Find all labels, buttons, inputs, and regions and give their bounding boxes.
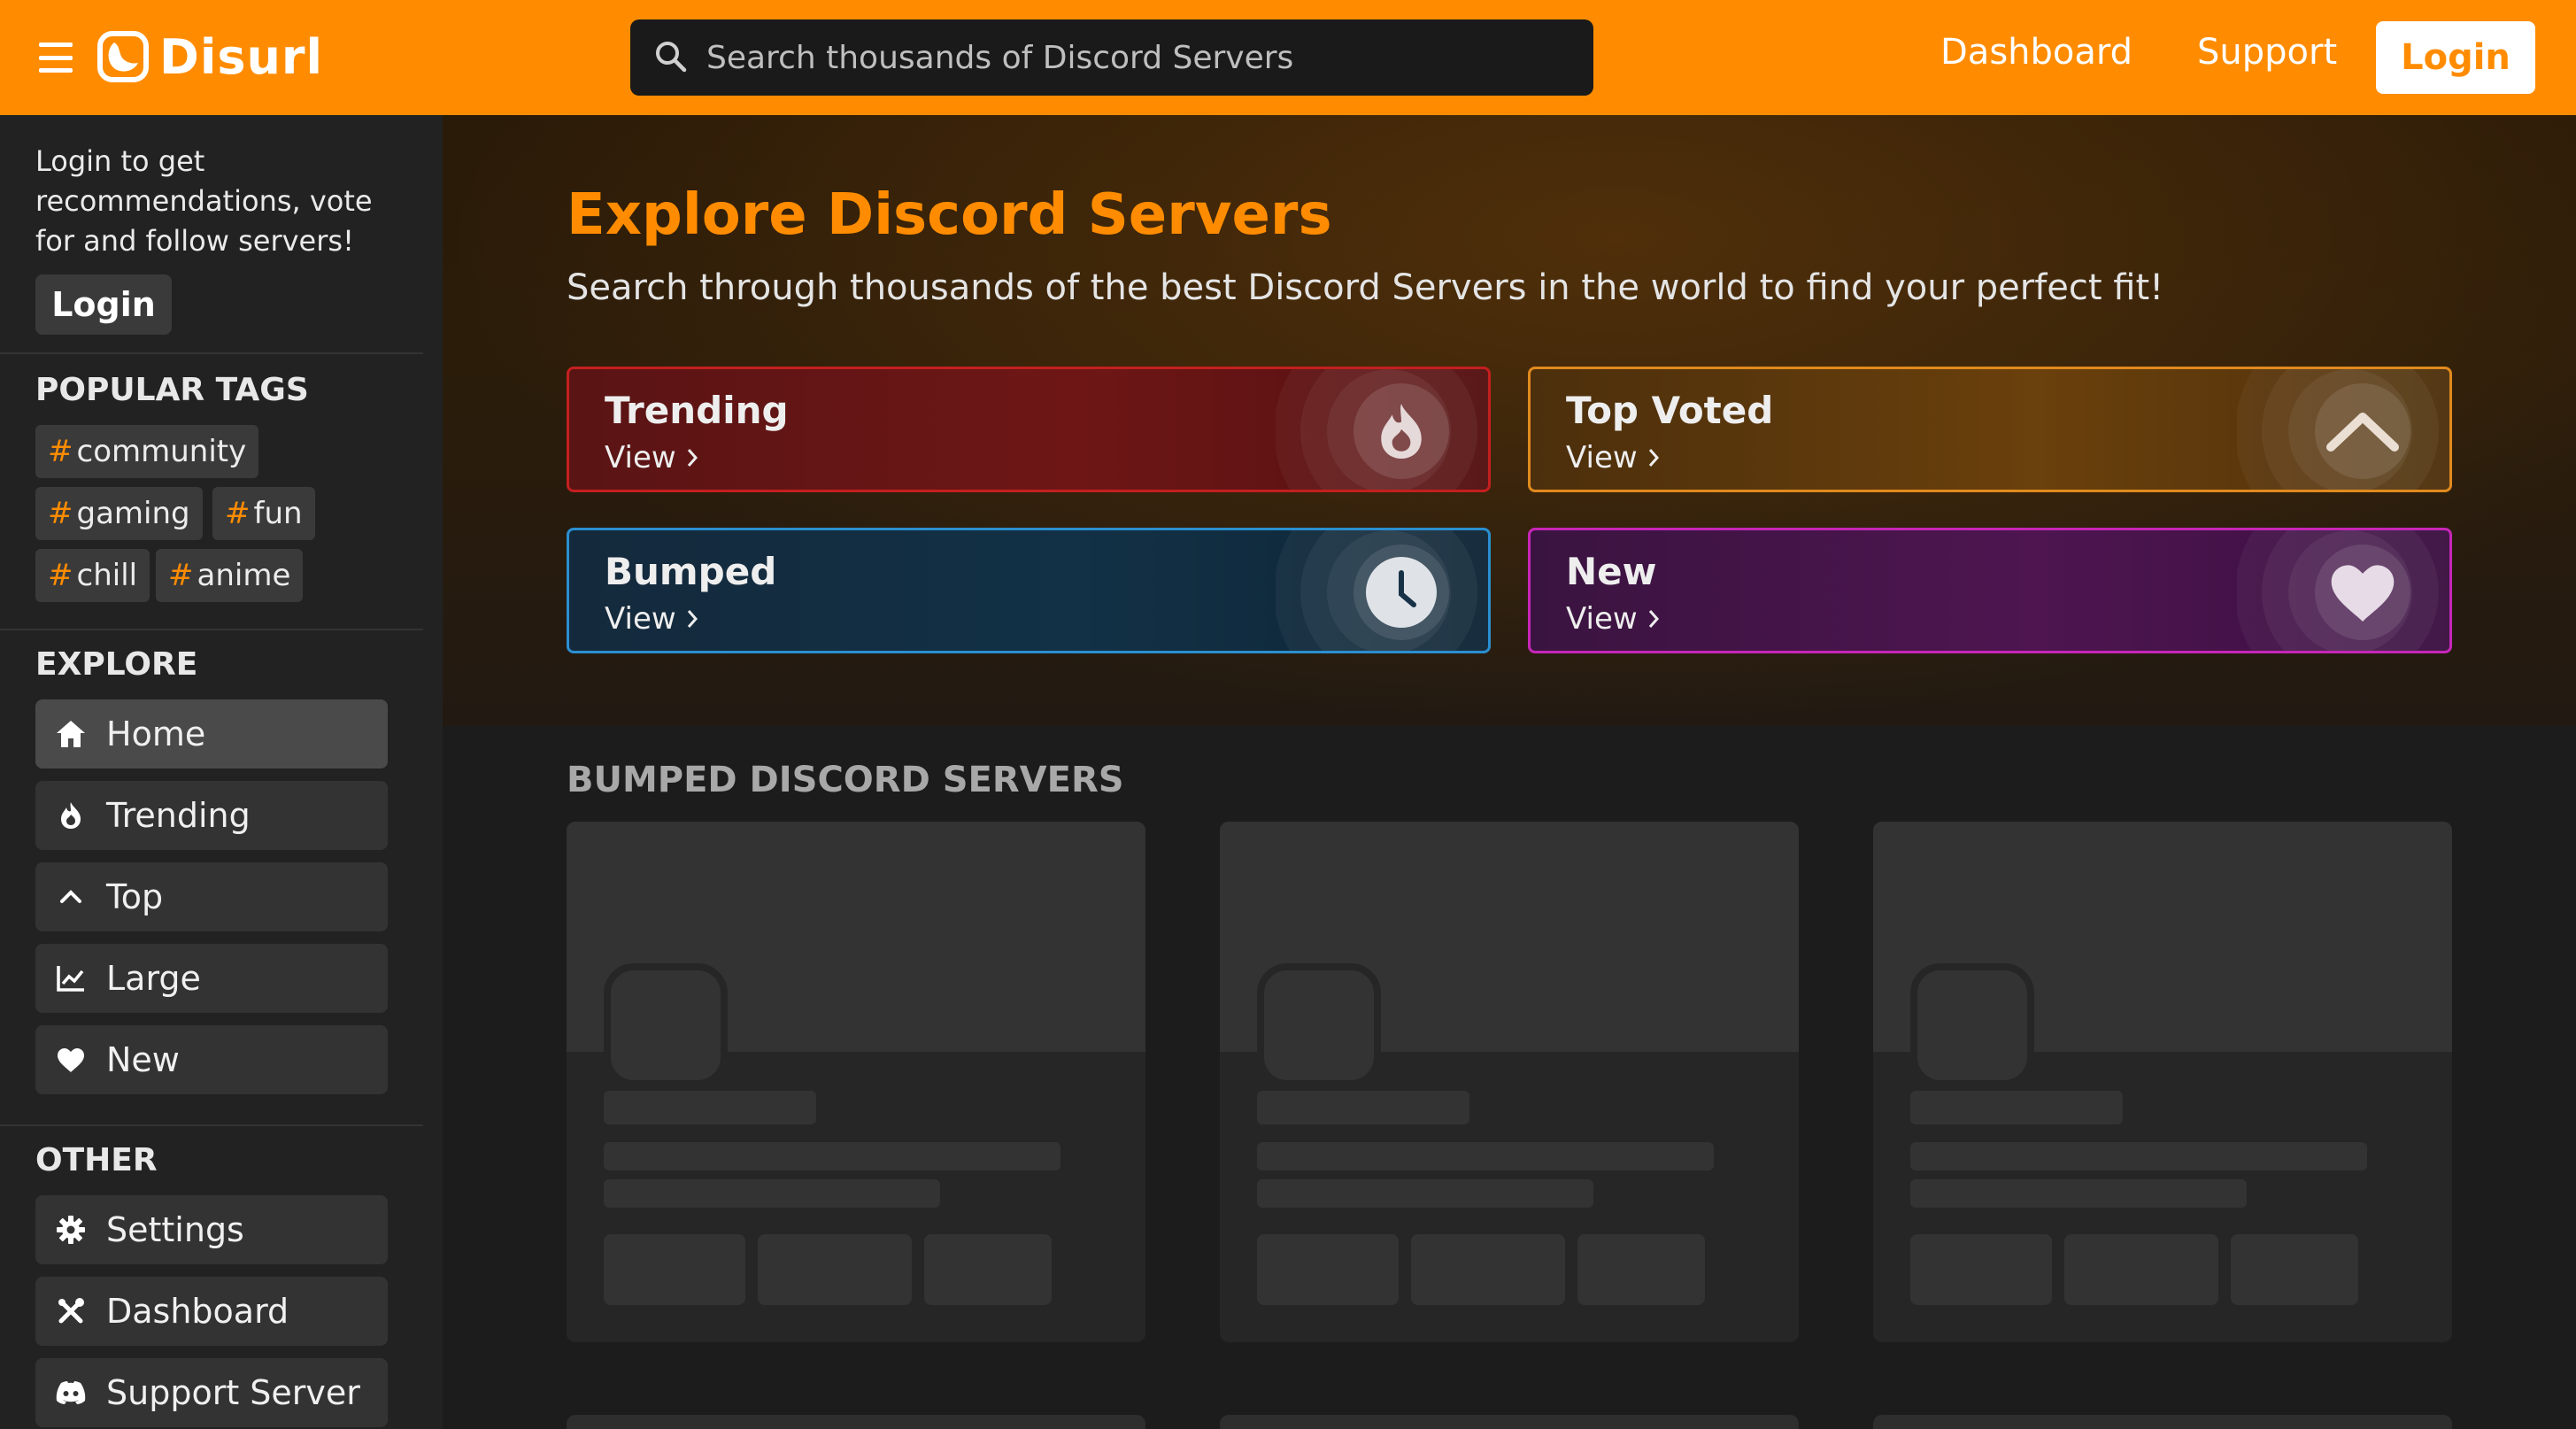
tag-placeholder xyxy=(1411,1234,1565,1305)
category-trending-card[interactable]: Trending View xyxy=(567,367,1491,492)
tools-icon xyxy=(53,1294,89,1329)
avatar-placeholder xyxy=(604,963,728,1087)
title-placeholder xyxy=(1910,1091,2123,1124)
menu-icon[interactable] xyxy=(39,42,73,73)
top-bar: Disurl Dashboard Support Login xyxy=(0,0,2576,115)
view-link[interactable]: View xyxy=(1566,601,1661,637)
avatar-placeholder xyxy=(1910,963,2034,1087)
category-new-card[interactable]: New View xyxy=(1528,528,2452,653)
tag-community[interactable]: # community xyxy=(35,425,259,478)
text-placeholder xyxy=(604,1142,1060,1170)
gear-icon xyxy=(53,1212,89,1247)
server-card-skeleton xyxy=(567,1415,1145,1429)
tag-placeholder xyxy=(1910,1234,2052,1305)
text-placeholder xyxy=(1910,1179,2247,1208)
brand-logo[interactable]: Disurl xyxy=(97,28,323,85)
view-link[interactable]: View xyxy=(605,601,699,637)
text-placeholder xyxy=(1257,1142,1714,1170)
login-button[interactable]: Login xyxy=(2376,21,2535,94)
sidebar-item-large[interactable]: Large xyxy=(35,944,388,1013)
line-chart-icon xyxy=(53,961,89,996)
chevron-right-icon xyxy=(687,449,698,467)
tag-placeholder xyxy=(1257,1234,1399,1305)
tag-placeholder xyxy=(924,1234,1052,1305)
category-top-voted-card[interactable]: Top Voted View xyxy=(1528,367,2452,492)
sidebar-divider xyxy=(0,629,423,630)
sidebar-item-top[interactable]: Top xyxy=(35,862,388,931)
sidebar-item-dashboard[interactable]: Dashboard xyxy=(35,1277,388,1346)
tag-anime[interactable]: # anime xyxy=(156,549,304,602)
tag-fun[interactable]: # fun xyxy=(212,487,315,540)
sidebar-divider xyxy=(0,352,423,354)
disurl-logo-icon xyxy=(97,31,149,82)
sidebar-item-trending[interactable]: Trending xyxy=(35,781,388,850)
text-placeholder xyxy=(604,1179,940,1208)
category-name: Bumped xyxy=(605,550,777,593)
category-name: Top Voted xyxy=(1566,389,1774,432)
sidebar-divider xyxy=(0,1124,423,1126)
popular-tags-heading: POPULAR TAGS xyxy=(35,372,309,408)
search-input[interactable] xyxy=(706,19,1574,96)
category-bumped-card[interactable]: Bumped View xyxy=(567,528,1491,653)
tag-placeholder xyxy=(2231,1234,2358,1305)
flame-icon xyxy=(53,798,89,833)
tag-placeholder xyxy=(2064,1234,2218,1305)
search-icon xyxy=(656,42,687,73)
tag-gaming[interactable]: # gaming xyxy=(35,487,203,540)
nav-dashboard-link[interactable]: Dashboard xyxy=(1940,32,2133,73)
discord-icon xyxy=(53,1375,89,1410)
server-card-skeleton xyxy=(1220,1415,1799,1429)
server-card-skeleton[interactable] xyxy=(1873,822,2452,1342)
heart-icon xyxy=(53,1042,89,1078)
sidebar-item-settings[interactable]: Settings xyxy=(35,1195,388,1264)
server-card-skeleton[interactable] xyxy=(567,822,1145,1342)
other-heading: OTHER xyxy=(35,1142,158,1178)
flame-icon xyxy=(1354,383,1449,479)
clock-icon xyxy=(1354,545,1449,640)
tag-placeholder xyxy=(758,1234,912,1305)
tag-chill[interactable]: # chill xyxy=(35,549,150,602)
server-card-skeleton xyxy=(1873,1415,2452,1429)
login-prompt: Login to get recommendations, vote for a… xyxy=(35,144,373,258)
server-card-skeleton[interactable] xyxy=(1220,822,1799,1342)
category-name: Trending xyxy=(605,389,789,432)
avatar-placeholder xyxy=(1257,963,1381,1087)
chevron-up-icon xyxy=(53,879,89,915)
chevron-right-icon xyxy=(1648,610,1659,628)
brand-name: Disurl xyxy=(159,28,324,85)
view-link[interactable]: View xyxy=(1566,440,1661,475)
sidebar-login-button[interactable]: Login xyxy=(35,274,172,335)
sidebar-item-support-server[interactable]: Support Server xyxy=(35,1358,388,1427)
chevron-right-icon xyxy=(1648,449,1659,467)
bumped-section-heading: BUMPED DISCORD SERVERS xyxy=(567,760,1124,800)
sidebar: Login to get recommendations, vote for a… xyxy=(0,115,443,1429)
sidebar-item-home[interactable]: Home xyxy=(35,699,388,769)
sidebar-item-new[interactable]: New xyxy=(35,1025,388,1094)
chevron-right-icon xyxy=(687,610,698,628)
explore-heading: EXPLORE xyxy=(35,646,198,683)
tag-placeholder xyxy=(1577,1234,1705,1305)
title-placeholder xyxy=(604,1091,816,1124)
title-placeholder xyxy=(1257,1091,1469,1124)
view-link[interactable]: View xyxy=(605,440,699,475)
tag-placeholder xyxy=(604,1234,745,1305)
nav-support-link[interactable]: Support xyxy=(2197,32,2337,73)
page-subtitle: Search through thousands of the best Dis… xyxy=(567,267,2164,308)
home-icon xyxy=(53,716,89,752)
category-name: New xyxy=(1566,550,1657,593)
heart-icon xyxy=(2315,545,2410,640)
text-placeholder xyxy=(1910,1142,2367,1170)
text-placeholder xyxy=(1257,1179,1593,1208)
chevron-up-icon xyxy=(2315,383,2410,479)
search-bar[interactable] xyxy=(630,19,1593,96)
page-title: Explore Discord Servers xyxy=(567,182,1332,248)
